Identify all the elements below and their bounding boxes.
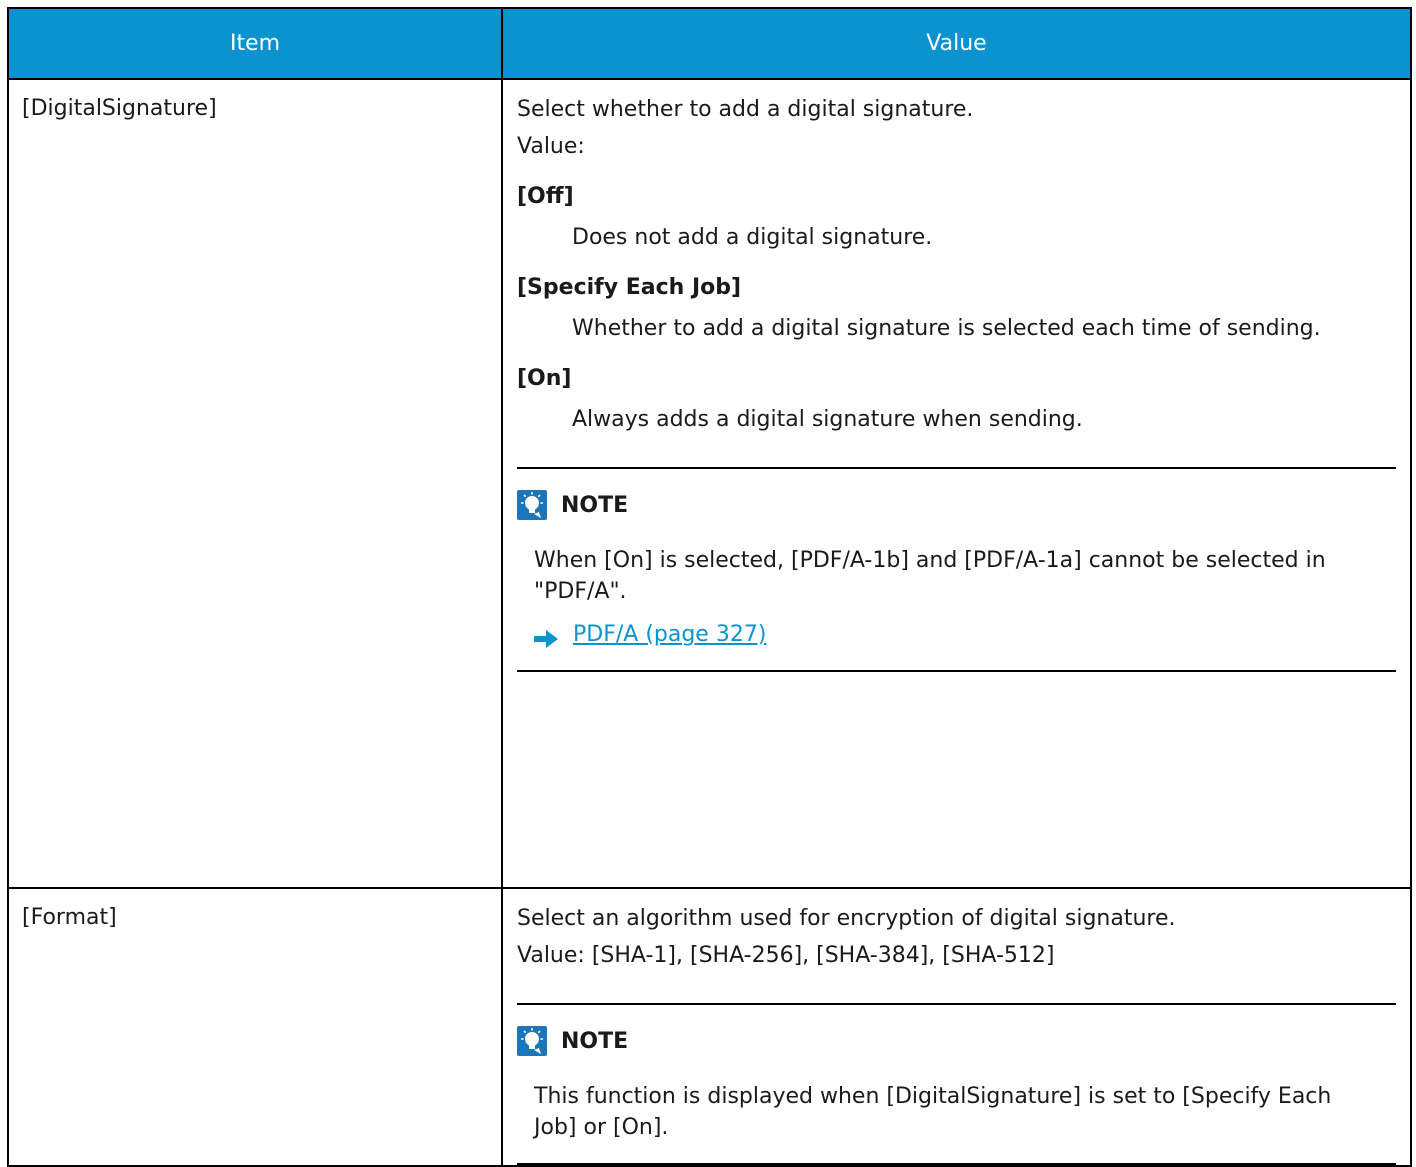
note-text: This function is displayed when [Digital… bbox=[534, 1084, 1332, 1140]
value-label: Value: [SHA-1], [SHA-256], [SHA-384], [S… bbox=[517, 943, 1055, 968]
note-box: NOTE When [On] is selected, [PDF/A-1b] a… bbox=[517, 467, 1396, 672]
item-cell-format: [Format] bbox=[7, 887, 503, 1167]
note-link-row: PDF/A (page 327) bbox=[534, 619, 1396, 650]
option-desc-on: Always adds a digital signature when sen… bbox=[572, 407, 1083, 432]
pdfa-page-link[interactable]: PDF/A (page 327) bbox=[573, 619, 766, 650]
settings-page: Item Value [DigitalSignature] Select whe… bbox=[7, 7, 1412, 1167]
option-desc-off: Does not add a digital signature. bbox=[572, 225, 933, 250]
lightbulb-icon bbox=[517, 490, 547, 520]
option-title-on: [On] bbox=[517, 366, 572, 391]
table-row: [Format] Select an algorithm used for en… bbox=[7, 887, 1412, 1167]
note-box: NOTE This function is displayed when [Di… bbox=[517, 1003, 1396, 1165]
note-header: NOTE bbox=[517, 487, 1396, 523]
table-header-row: Item Value bbox=[7, 7, 1412, 80]
item-cell-digital-signature: [DigitalSignature] bbox=[7, 78, 503, 889]
value-label: Value: bbox=[517, 134, 585, 159]
column-header-item: Item bbox=[7, 7, 503, 80]
arrow-right-icon bbox=[534, 626, 558, 648]
settings-table: Item Value [DigitalSignature] Select whe… bbox=[7, 7, 1412, 1167]
note-text: When [On] is selected, [PDF/A-1b] and [P… bbox=[534, 548, 1326, 604]
option-title-specify-each-job: [Specify Each Job] bbox=[517, 275, 742, 300]
lightbulb-icon bbox=[517, 1026, 547, 1056]
note-title: NOTE bbox=[561, 492, 629, 518]
value-cell-digital-signature: Select whether to add a digital signatur… bbox=[501, 78, 1412, 889]
description-text: Select an algorithm used for encryption … bbox=[517, 906, 1176, 931]
note-title: NOTE bbox=[561, 1028, 629, 1054]
note-header: NOTE bbox=[517, 1023, 1396, 1059]
column-header-value: Value bbox=[501, 7, 1412, 80]
description-text: Select whether to add a digital signatur… bbox=[517, 97, 974, 122]
option-desc-specify-each-job: Whether to add a digital signature is se… bbox=[572, 316, 1321, 341]
table-row: [DigitalSignature] Select whether to add… bbox=[7, 78, 1412, 889]
option-title-off: [Off] bbox=[517, 184, 574, 209]
value-cell-format: Select an algorithm used for encryption … bbox=[501, 887, 1412, 1167]
